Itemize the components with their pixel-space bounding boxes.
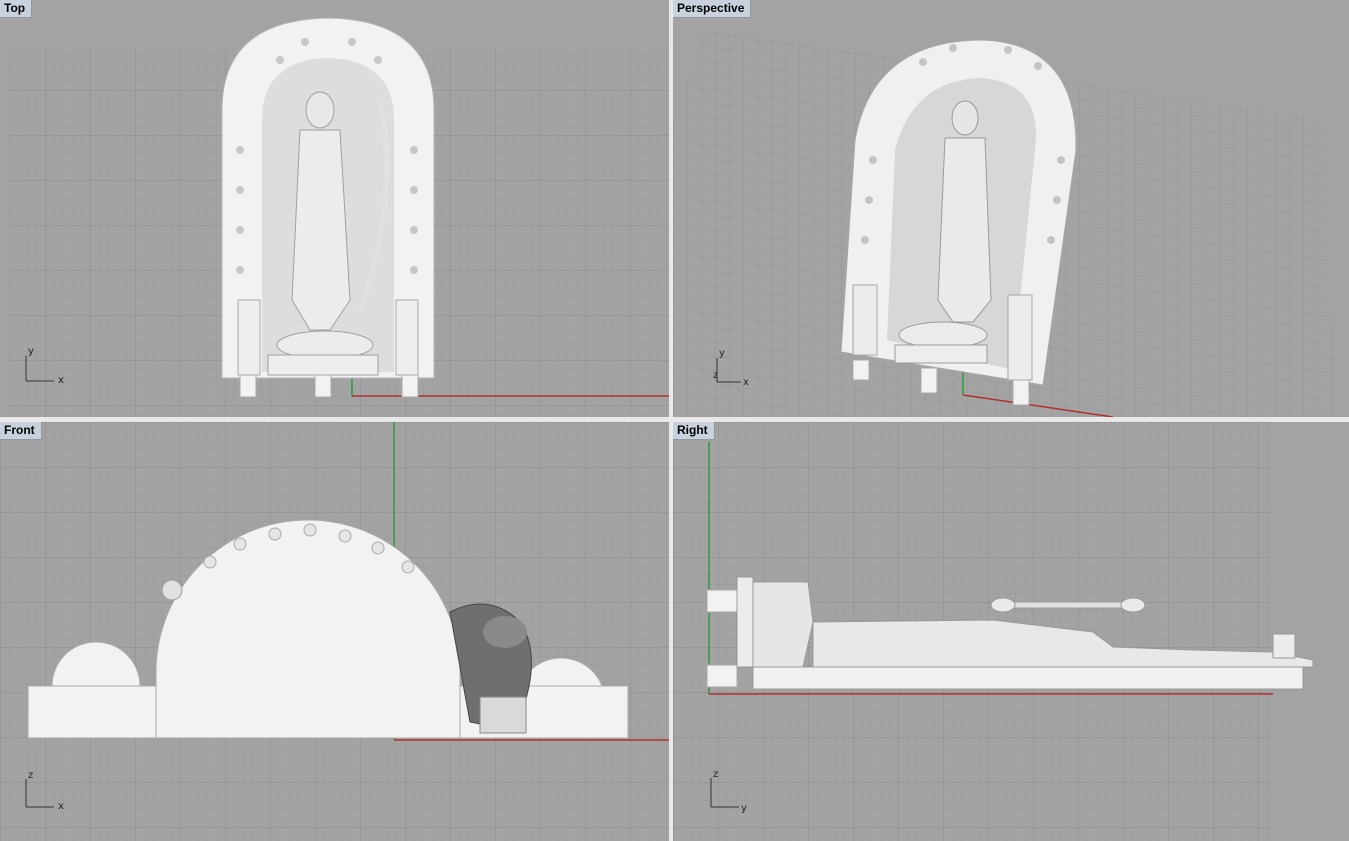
viewport-label-top[interactable]: Top (0, 0, 33, 18)
svg-text:z: z (28, 770, 33, 781)
viewport-label-front[interactable]: Front (0, 422, 42, 440)
viewport-front[interactable]: z x Front (0, 422, 669, 841)
model-top[interactable] (221, 17, 435, 398)
viewport-perspective[interactable]: y z x Perspective (673, 0, 1349, 417)
model-perspective[interactable] (840, 39, 1077, 406)
svg-text:z: z (713, 769, 718, 780)
grid-top: y x (7, 17, 669, 417)
svg-text:x: x (58, 801, 64, 812)
svg-text:x: x (58, 375, 64, 386)
svg-text:y: y (741, 803, 747, 814)
grid-perspective: y z x (673, 30, 1335, 417)
viewport-top[interactable]: y x Top (0, 0, 669, 417)
grid-front: z x (0, 422, 669, 841)
grid-right: z y (673, 422, 1314, 841)
svg-text:y: y (28, 346, 34, 357)
svg-text:y: y (719, 348, 725, 359)
viewport-label-right[interactable]: Right (673, 422, 715, 440)
viewport-right[interactable]: z y Right (673, 422, 1349, 841)
viewport-label-perspective[interactable]: Perspective (673, 0, 752, 18)
svg-text:x: x (743, 377, 749, 388)
svg-text:z: z (713, 370, 718, 381)
